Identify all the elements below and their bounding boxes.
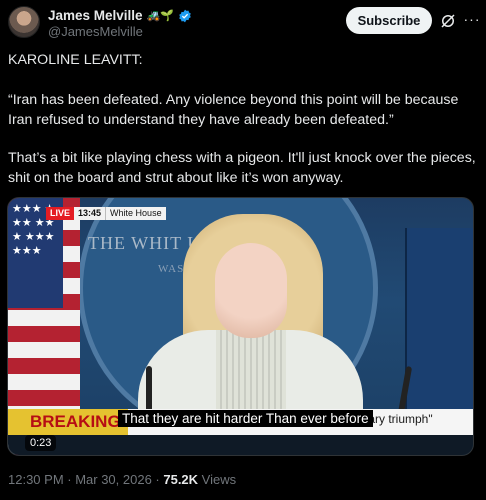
backdrop-panel <box>405 228 473 428</box>
post-text-quote: “Iran has been defeated. Any violence be… <box>8 92 459 128</box>
broadcast-location: White House <box>105 207 166 220</box>
video-player[interactable]: THE WHIT USE WASHI ★★★ ★★★ ★★★ ★★★ ★★★ L… <box>7 197 474 456</box>
speaker-face <box>215 243 287 338</box>
live-badge: LIVE <box>46 207 75 220</box>
more-options-icon[interactable]: ··· <box>462 10 482 30</box>
author-handle[interactable]: @JamesMelville <box>48 24 143 39</box>
post-text-comment: That’s a bit like playing chess with a p… <box>8 150 476 186</box>
avatar[interactable] <box>8 6 40 38</box>
broadcast-time: 13:45 <box>74 207 106 220</box>
video-controls-bar <box>8 435 473 455</box>
breaking-news-label: BREAKING NE <box>8 409 123 455</box>
post-metadata: 12:30 PM · Mar 30, 2026 · 75.2K Views <box>8 472 236 487</box>
video-caption: That they are hit harder Than ever befor… <box>118 410 373 427</box>
author-name-row: James Melville 🚜🌱 <box>48 8 192 23</box>
post-header: James Melville 🚜🌱 @JamesMelville Subscri… <box>6 4 480 40</box>
video-duration: 0:23 <box>25 435 57 451</box>
verified-badge-icon <box>179 9 191 22</box>
subscribe-button[interactable]: Subscribe <box>346 7 432 34</box>
views-count: 75.2K <box>163 472 199 487</box>
tractor-plant-icon: 🚜🌱 <box>146 10 174 22</box>
post-timestamp[interactable]: 12:30 PM · Mar 30, 2026 · <box>8 472 163 487</box>
post-text-heading: KAROLINE LEAVITT: <box>8 52 143 68</box>
broadcast-tag: LIVE 13:45 White House <box>46 207 166 220</box>
grok-icon[interactable] <box>439 12 457 30</box>
author-name[interactable]: James Melville <box>48 8 143 23</box>
views-label: Views <box>198 472 237 487</box>
